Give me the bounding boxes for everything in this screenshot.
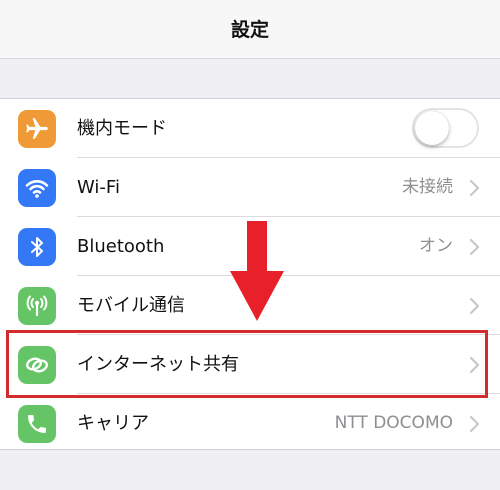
phone-icon (18, 405, 56, 443)
toggle-knob (415, 111, 449, 145)
airplane-mode-toggle[interactable] (412, 108, 479, 148)
settings-row-label: 機内モード (77, 118, 167, 139)
chevron-right-icon (469, 179, 480, 197)
settings-row-label: キャリア (77, 413, 149, 434)
airplane-icon (18, 110, 56, 148)
bluetooth-icon (18, 228, 56, 266)
settings-row-label: Bluetooth (77, 236, 165, 257)
settings-row-value: 未接続 (402, 177, 453, 197)
wifi-icon (18, 169, 56, 207)
highlight-box (6, 330, 488, 398)
settings-row-label: モバイル通信 (77, 295, 185, 316)
settings-row-value: オン (419, 236, 453, 256)
settings-row-wifi[interactable]: Wi-Fi 未接続 (0, 158, 500, 217)
chevron-right-icon (469, 238, 480, 256)
settings-row-value: NTT DOCOMO (334, 413, 453, 433)
settings-row-carrier[interactable]: キャリア NTT DOCOMO (0, 394, 500, 453)
chevron-right-icon (469, 415, 480, 433)
settings-row-label: Wi-Fi (77, 177, 120, 198)
cellular-antenna-icon (18, 287, 56, 325)
chevron-right-icon (469, 297, 480, 315)
navigation-bar: 設定 (0, 0, 500, 59)
red-arrow-down-icon (230, 221, 284, 321)
settings-row-airplane-mode[interactable]: 機内モード (0, 99, 500, 158)
page-title: 設定 (230, 18, 269, 41)
